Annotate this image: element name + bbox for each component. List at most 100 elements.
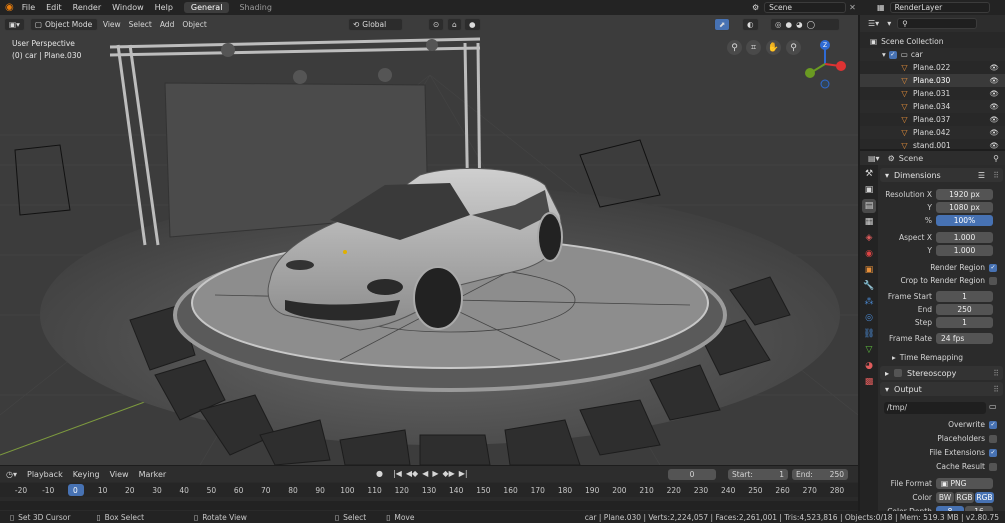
jump-start-icon[interactable]: |◀ [393,469,402,478]
outliner-editor-icon[interactable]: ☰▾ [868,19,879,28]
visibility-eye-icon[interactable]: 👁 [989,141,999,150]
outliner-item[interactable]: ▽ Plane.034 👁 [860,100,1005,113]
tool-tab-icon[interactable]: ⚒ [862,167,876,181]
menu-view[interactable]: View [103,20,121,29]
menu-window[interactable]: Window [112,3,144,12]
file-format-dropdown[interactable]: ▣ PNG [936,478,993,489]
workspace-tab-shading[interactable]: Shading [232,2,279,13]
menu-select[interactable]: Select [129,20,152,29]
overlay-toggle[interactable]: ◐ [742,18,759,31]
menu-marker[interactable]: Marker [139,470,167,479]
outliner-item[interactable]: ▽ Plane.022 👁 [860,61,1005,74]
zoom-icon[interactable]: ⚲ [786,40,801,55]
menu-playback[interactable]: Playback [27,470,63,479]
frame-start-field[interactable]: 1 [936,291,993,302]
visibility-eye-icon[interactable]: 👁 [989,63,999,72]
placeholders-checkbox[interactable] [989,434,997,443]
menu-help[interactable]: Help [155,3,173,12]
start-frame-field[interactable]: Start: 1 [728,469,788,480]
axis-gizmo[interactable]: Z [800,38,850,90]
transform-orientation-dropdown[interactable]: ⟲ Global [348,18,403,31]
rendered-icon[interactable]: ◯ [807,20,815,29]
data-tab-icon[interactable]: ▽ [862,343,876,357]
particles-tab-icon[interactable]: ⁂ [862,295,876,309]
world-tab-icon[interactable]: ◉ [862,247,876,261]
mode-dropdown[interactable]: ▢ Object Mode [29,18,98,31]
color-rgb-button[interactable]: RGB [955,492,974,503]
render-layer-selector[interactable]: RenderLayer [889,2,990,13]
neg-z-icon[interactable] [820,79,830,89]
texture-tab-icon[interactable]: ▩ [862,375,876,389]
play-icon[interactable]: ▶ [432,469,438,478]
pin-icon[interactable]: ⚲ [993,154,999,163]
presets-icon[interactable]: ☰ [978,171,985,180]
outliner-item[interactable]: ▽ Plane.037 👁 [860,113,1005,126]
stereoscopy-section[interactable]: ▸ Stereoscopy ⠿ [880,366,1003,380]
physics-tab-icon[interactable]: ◎ [862,311,876,325]
constraints-tab-icon[interactable]: ⛓ [862,327,876,341]
properties-editor-icon[interactable]: ▤▾ [868,154,880,163]
object-tab-icon[interactable]: ▣ [862,263,876,277]
wireframe-icon[interactable]: ◎ [775,20,782,29]
x-axis-icon[interactable] [836,61,846,71]
frame-rate-dropdown[interactable]: 24 fps [936,333,993,344]
file-extensions-checkbox[interactable]: ✓ [989,448,997,457]
visibility-eye-icon[interactable]: 👁 [989,128,999,137]
menu-edit[interactable]: Edit [46,3,62,12]
gizmo-toggle[interactable]: ⬈ [714,18,731,31]
material-icon[interactable]: ◕ [796,20,803,29]
blender-logo-icon[interactable]: ◉ [5,2,14,13]
aspect-y-field[interactable]: 1.000 [936,245,993,256]
color-bw-button[interactable]: BW [936,492,954,503]
filter-icon[interactable]: ▾ [887,19,891,28]
outliner-item-selected[interactable]: ▽ Plane.030 👁 [860,74,1005,87]
visibility-eye-icon[interactable]: 👁 [989,89,999,98]
menu-view[interactable]: View [110,470,129,479]
proportional-edit[interactable]: ● [464,18,481,31]
y-axis-icon[interactable] [805,68,815,78]
3d-viewport[interactable] [0,15,858,465]
next-key-icon[interactable]: ◆▶ [442,469,454,478]
expand-icon[interactable]: ▾ [882,50,886,59]
end-frame-field[interactable]: End: 250 [792,469,848,480]
time-remapping-row[interactable]: ▸ Time Remapping [880,351,1005,364]
outliner-item[interactable]: ▽ Plane.031 👁 [860,87,1005,100]
color-rgba-button[interactable]: RGB [975,492,994,503]
stereoscopy-checkbox[interactable] [894,369,903,377]
outliner-search[interactable]: ⚲ [897,18,978,29]
grid-view-icon[interactable]: ⌗ [746,40,761,55]
aspect-x-field[interactable]: 1.000 [936,232,993,243]
clock-icon[interactable]: ◷▾ [6,470,17,479]
scene-icon[interactable]: ⚙ [752,3,759,12]
menu-render[interactable]: Render [73,3,101,12]
editor-type-button[interactable]: ▣ ▾ [4,18,25,31]
pan-hand-icon[interactable]: ✋ [766,40,781,55]
visibility-eye-icon[interactable]: 👁 [989,102,999,111]
overwrite-checkbox[interactable]: ✓ [989,420,997,429]
cache-result-checkbox[interactable] [989,462,997,471]
output-tab-icon[interactable]: ▤ [862,199,876,213]
shading-buttons[interactable]: ◎ ● ◕ ◯ [770,18,840,31]
view-layer-tab-icon[interactable]: ▦ [862,215,876,229]
collection-checkbox[interactable]: ✓ [888,50,897,59]
scene-close-icon[interactable]: ✕ [849,3,856,12]
frame-end-field[interactable]: 250 [936,304,993,315]
render-layer-icon[interactable]: ▦ [877,3,885,12]
current-frame-field[interactable]: 0 [668,469,716,480]
output-path-field[interactable]: /tmp/ [884,402,986,414]
drag-handle-icon[interactable]: ⠿ [993,385,999,394]
visibility-eye-icon[interactable]: 👁 [989,115,999,124]
render-tab-icon[interactable]: ▣ [862,183,876,197]
snap-target[interactable]: ⌂ [447,18,462,31]
jump-end-icon[interactable]: ▶| [459,469,468,478]
timeline-track[interactable] [0,501,858,510]
menu-object[interactable]: Object [182,20,206,29]
folder-browse-icon[interactable]: ▭ [989,402,997,411]
solid-icon[interactable]: ● [786,20,793,29]
dimensions-section[interactable]: ▾ Dimensions ☰ ⠿ [880,168,1003,182]
drag-handle-icon[interactable]: ⠿ [993,171,999,180]
crop-region-checkbox[interactable] [989,276,997,285]
resolution-percent-slider[interactable]: 100% [936,215,993,226]
visibility-eye-icon[interactable]: 👁 [989,76,999,85]
menu-keying[interactable]: Keying [73,470,100,479]
